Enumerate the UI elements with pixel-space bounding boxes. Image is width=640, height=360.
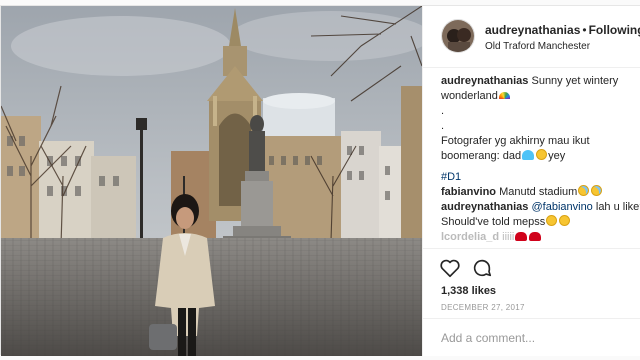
red-heart-emoji-icon [529, 232, 542, 241]
caption-line-3: Fotografer yg akhirny mau ikut [441, 135, 590, 147]
rainbow-emoji-icon [498, 92, 510, 99]
comment-text: Manutd stadium [499, 186, 578, 198]
manchester-square-photo [1, 6, 422, 356]
caption-text-2: wonderland [441, 90, 498, 102]
post-date[interactable]: DECEMBER 27, 2017 [441, 303, 525, 312]
caption-dot-1: . [441, 105, 445, 117]
caption-line-4: boomerang: dad yey [441, 149, 640, 164]
caption-text-1: Sunny yet wintery [531, 75, 619, 87]
likes-count[interactable]: 1,338 likes [441, 285, 496, 297]
caption-hashtag-line: #D1 [441, 170, 640, 185]
add-comment-section [423, 318, 640, 356]
following-button[interactable]: Following [589, 23, 640, 37]
caption-username[interactable]: audreynathanias [441, 75, 528, 87]
username-link[interactable]: audreynathanias [485, 23, 580, 37]
caption-text-4a: boomerang: dad [441, 150, 522, 162]
crying-emoji-icon [591, 185, 603, 196]
comment-text: iiiii [502, 231, 515, 243]
comments-list[interactable]: audreynathanias Sunny yet wintery wonder… [441, 74, 640, 252]
comment-row: audreynathanias @fabianvino lah u like?? [441, 200, 640, 215]
header-user-line: audreynathanias • Following [485, 23, 640, 37]
blue-heart-emoji-icon [522, 150, 535, 160]
comment-row: fabianvino Manutd stadium [441, 185, 640, 200]
comment-text: lah u like?? [595, 201, 640, 213]
speech-bubble-icon[interactable] [471, 257, 493, 279]
comment-username[interactable]: lcordelia_d [441, 231, 499, 243]
separator-dot: • [582, 23, 587, 37]
add-comment-input[interactable] [441, 327, 631, 349]
grin-emoji-icon [536, 149, 548, 160]
grin-emoji-icon [559, 215, 571, 226]
post-header: audreynathanias • Following Old Traford Ma… [423, 6, 640, 68]
mention-link[interactable]: @fabianvino [531, 201, 592, 213]
comment-row-continued: Should've told mepss [441, 215, 640, 230]
comment-username[interactable]: fabianvino [441, 186, 496, 198]
avatar[interactable] [441, 19, 475, 53]
caption-line-2: wonderland [441, 89, 640, 104]
caption-text-4b: yey [548, 150, 566, 162]
red-heart-emoji-icon [515, 232, 528, 241]
caption-dot-2: . [441, 120, 445, 132]
post-photo[interactable] [1, 6, 422, 356]
caption-line-1: audreynathanias Sunny yet wintery [441, 74, 640, 89]
post-actions: 1,338 likes DECEMBER 27, 2017 [423, 248, 640, 318]
crying-emoji-icon [578, 185, 590, 196]
heart-outline-icon[interactable] [439, 257, 461, 279]
comment-row-partial: lcordelia_d iiiii [441, 230, 640, 245]
grin-emoji-icon [546, 215, 558, 226]
post-sidebar: audreynathanias • Following Old Traford Ma… [422, 6, 640, 356]
comment-text-2: Should've told mepss [441, 216, 546, 228]
comment-username[interactable]: audreynathanias [441, 201, 528, 213]
instagram-post: audreynathanias • Following Old Traford Ma… [0, 5, 640, 356]
location-link[interactable]: Old Traford Manchester [485, 41, 590, 52]
hashtag-link[interactable]: #D1 [441, 171, 461, 183]
